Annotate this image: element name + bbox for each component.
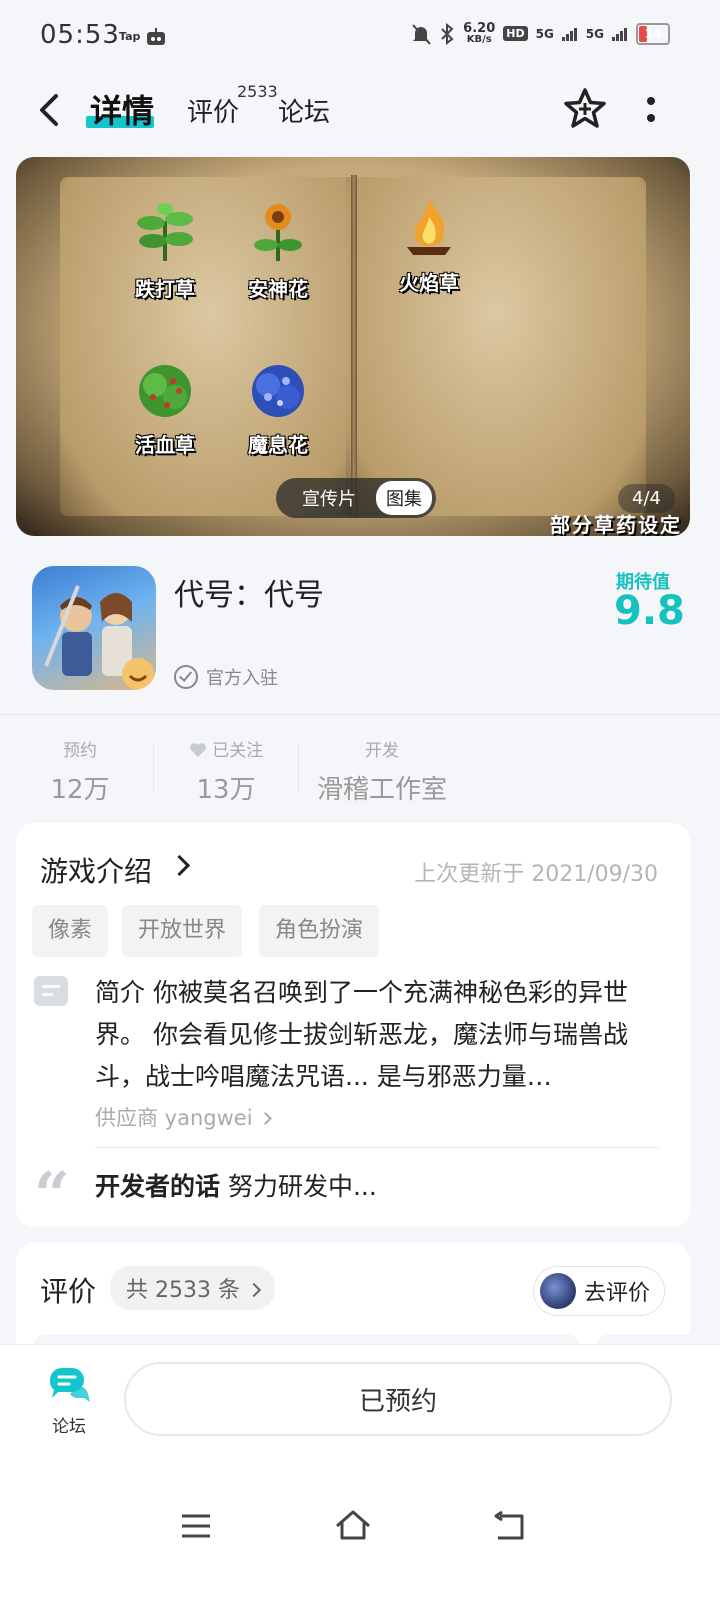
description-icon xyxy=(34,976,68,1006)
stat-follow-label-row: 已关注 xyxy=(180,736,272,761)
back-nav-icon[interactable] xyxy=(490,1506,530,1546)
forum-chat-icon[interactable] xyxy=(46,1366,92,1404)
hd-icon: HD xyxy=(503,26,528,41)
herb-item: 跌打草 xyxy=(105,201,225,302)
tag-pixel[interactable]: 像素 xyxy=(32,905,109,957)
network-speed: 6.20 KB/s xyxy=(463,22,495,45)
stat-follow-label: 已关注 xyxy=(212,741,264,761)
game-description[interactable]: 简介 你被莫名召唤到了一个充满神秘色彩的异世界。 你会看见修士拔剑斩恶龙，魔法师… xyxy=(95,972,660,1098)
herb-label: 活血草 xyxy=(135,433,195,457)
herb-item: 活血草 xyxy=(105,357,225,458)
signal-bars-icon xyxy=(561,27,577,41)
book-spine xyxy=(351,175,357,518)
reserved-button[interactable]: 已预约 xyxy=(124,1362,672,1436)
herb-label: 安神花 xyxy=(248,277,308,301)
herb-item: 魔息花 xyxy=(218,357,338,458)
forum-label[interactable]: 论坛 xyxy=(52,1412,86,1437)
stat-reserve: 预约 12万 xyxy=(40,736,120,806)
favorite-star-icon[interactable] xyxy=(562,86,608,132)
tab-review[interactable]: 评价 xyxy=(187,92,239,129)
fire-herb-icon xyxy=(407,199,451,255)
stat-follow[interactable]: 已关注 13万 xyxy=(180,736,272,806)
stat-follow-value: 13万 xyxy=(196,775,256,805)
orange-flower-icon xyxy=(254,204,302,261)
go-review-button[interactable]: 去评价 xyxy=(533,1266,665,1316)
review-count: 共 2533 条 xyxy=(126,1278,240,1303)
tab-forum[interactable]: 论坛 xyxy=(278,92,330,129)
tab-gallery[interactable]: 图集 xyxy=(376,481,432,515)
herb-label: 火焰草 xyxy=(399,271,459,295)
blue-flower-bush-icon xyxy=(252,365,304,417)
supplier-label: 供应商 yangwei xyxy=(95,1106,253,1130)
official-badge: 官方入驻 xyxy=(174,664,278,690)
status-right: 6.20 KB/s HD 5G 5G 14 xyxy=(411,22,670,45)
mute-bell-icon xyxy=(412,23,431,45)
stat-separator xyxy=(153,742,154,794)
intro-divider xyxy=(95,1147,658,1148)
developer-words: 开发者的话 努力研发中... xyxy=(95,1167,377,1203)
dev-words-text: 努力研发中... xyxy=(227,1172,377,1201)
review-count-button[interactable]: 共 2533 条 xyxy=(110,1266,275,1310)
user-avatar xyxy=(540,1273,576,1309)
banner-media-tabs: 宣传片 图集 xyxy=(276,478,436,518)
game-icon xyxy=(32,566,156,690)
back-arrow-icon[interactable] xyxy=(36,92,66,128)
tab-video[interactable]: 宣传片 xyxy=(292,481,366,515)
section-divider xyxy=(0,714,720,715)
chevron-right-icon xyxy=(259,1112,273,1125)
stat-separator xyxy=(298,742,299,794)
game-title: 代号：代号 xyxy=(174,578,324,613)
green-herb-icon xyxy=(137,203,193,261)
menu-nav-icon[interactable] xyxy=(176,1506,216,1546)
heart-icon xyxy=(189,743,206,757)
signal-5g-2: 5G xyxy=(585,26,604,41)
tab-detail[interactable]: 详情 xyxy=(90,86,154,132)
intro-updated-date: 上次更新于 2021/09/30 xyxy=(414,862,658,887)
signal-5g-1: 5G xyxy=(535,26,554,41)
stat-reserve-value: 12万 xyxy=(50,775,110,805)
intro-title[interactable]: 游戏介绍 xyxy=(40,850,152,890)
status-time: 05:53 xyxy=(40,20,120,50)
battery-level: 14 xyxy=(644,26,662,41)
chevron-right-icon xyxy=(246,1282,262,1298)
banner-page-counter: 4/4 xyxy=(618,484,675,513)
tag-rpg[interactable]: 角色扮演 xyxy=(259,905,380,957)
expectation-score: 9.8 xyxy=(614,588,685,634)
tag-open-world[interactable]: 开放世界 xyxy=(122,905,243,957)
stat-dev-label: 开发 xyxy=(365,741,399,761)
herb-label: 跌打草 xyxy=(135,277,195,301)
herb-item: 火焰草 xyxy=(369,195,489,296)
home-nav-icon[interactable] xyxy=(333,1506,373,1546)
tab-review-count: 2533 xyxy=(237,82,278,101)
check-circle-icon xyxy=(174,665,198,689)
bluetooth-icon xyxy=(441,22,454,45)
notification-robot-icon xyxy=(147,28,165,45)
red-berry-bush-icon xyxy=(139,365,191,417)
network-speed-unit: KB/s xyxy=(466,34,492,45)
official-label: 官方入驻 xyxy=(206,668,278,689)
stat-dev-value: 滑稽工作室 xyxy=(316,775,447,805)
supplier-link[interactable]: 供应商 yangwei xyxy=(95,1102,273,1132)
herb-item: 安神花 xyxy=(218,201,338,302)
herb-label: 魔息花 xyxy=(248,433,308,457)
signal-bars-icon xyxy=(612,27,627,41)
go-review-label: 去评价 xyxy=(584,1281,651,1306)
quote-icon: “ xyxy=(34,1158,70,1231)
review-title: 评价 xyxy=(40,1275,97,1308)
more-options-icon[interactable] xyxy=(644,94,658,128)
game-art-icon xyxy=(44,585,154,690)
dev-words-label: 开发者的话 xyxy=(95,1172,221,1201)
stat-developer[interactable]: 开发 滑稽工作室 xyxy=(314,736,450,806)
battery-icon: 14 xyxy=(636,22,670,45)
banner-caption: 部分草药设定 xyxy=(550,513,682,536)
stat-reserve-label: 预约 xyxy=(63,741,97,761)
tap-app-indicator: Tap xyxy=(119,30,141,43)
